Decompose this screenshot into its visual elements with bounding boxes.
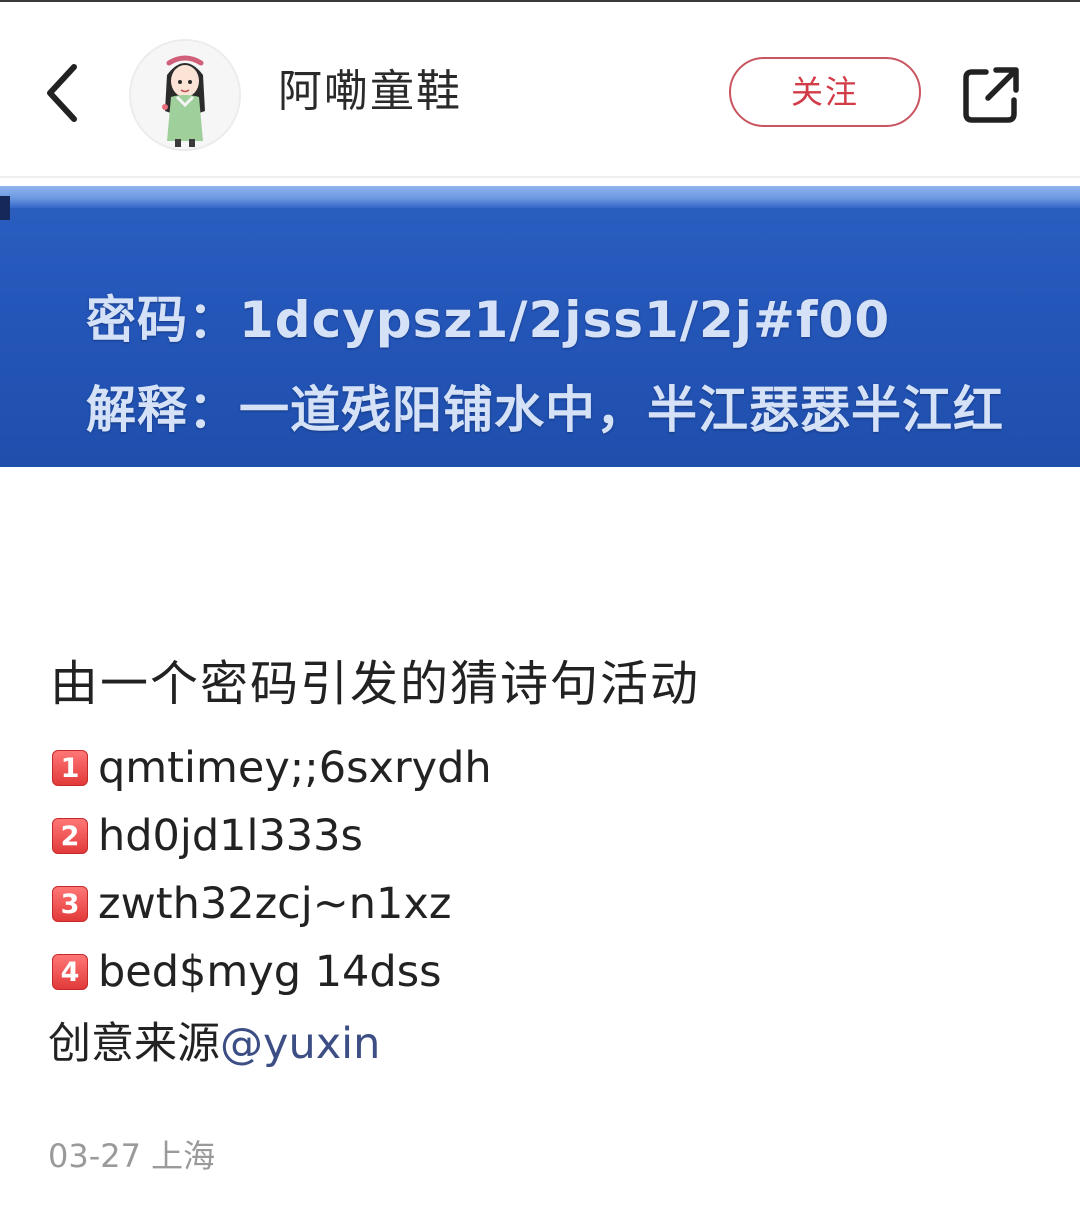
post-meta: 03-27 上海: [48, 1134, 215, 1178]
post-header: 阿嘞童鞋 关注: [0, 2, 1080, 176]
post-title: 由一个密码引发的猜诗句活动: [50, 656, 701, 712]
avatar-girl-illustration: [131, 41, 239, 149]
list-item-text: hd0jd1l333s: [98, 811, 363, 861]
banner-explanation-line: 解释：一道残阳铺水中，半江瑟瑟半江红: [86, 381, 1004, 439]
credit-prefix: 创意来源: [48, 1019, 220, 1069]
banner-top-strip: [0, 186, 1080, 208]
follow-button[interactable]: 关注: [729, 57, 921, 127]
list-item: 2 hd0jd1l333s: [52, 808, 363, 864]
share-button[interactable]: [956, 60, 1026, 130]
list-item: 4 bed$myg 14dss: [52, 944, 442, 1000]
list-item: 1 qmtimey;;6sxrydh: [52, 740, 492, 796]
back-button[interactable]: [30, 57, 94, 129]
post-location: 上海: [151, 1137, 216, 1175]
credit-line: 创意来源@yuxin: [48, 1016, 380, 1072]
chevron-left-icon: [47, 64, 77, 122]
banner-corner-mark: [0, 196, 10, 220]
header-divider: [0, 176, 1080, 178]
keycap-number-badge: 2: [52, 818, 88, 854]
mention-link[interactable]: @yuxin: [220, 1019, 380, 1069]
post-date: 03-27: [48, 1137, 141, 1175]
list-item-text: bed$myg 14dss: [98, 947, 442, 997]
username[interactable]: 阿嘞童鞋: [278, 62, 462, 122]
list-item-text: qmtimey;;6sxrydh: [98, 743, 492, 793]
share-icon: [963, 67, 1019, 123]
list-item-text: zwth32zcj~n1xz: [98, 879, 452, 929]
banner-password-line: 密码：1dcypsz1/2jss1/2j#f00: [86, 291, 891, 349]
keycap-number-badge: 3: [52, 886, 88, 922]
keycap-number-badge: 4: [52, 954, 88, 990]
list-item: 3 zwth32zcj~n1xz: [52, 876, 451, 932]
keycap-number-badge: 1: [52, 750, 88, 786]
avatar[interactable]: [129, 39, 241, 151]
